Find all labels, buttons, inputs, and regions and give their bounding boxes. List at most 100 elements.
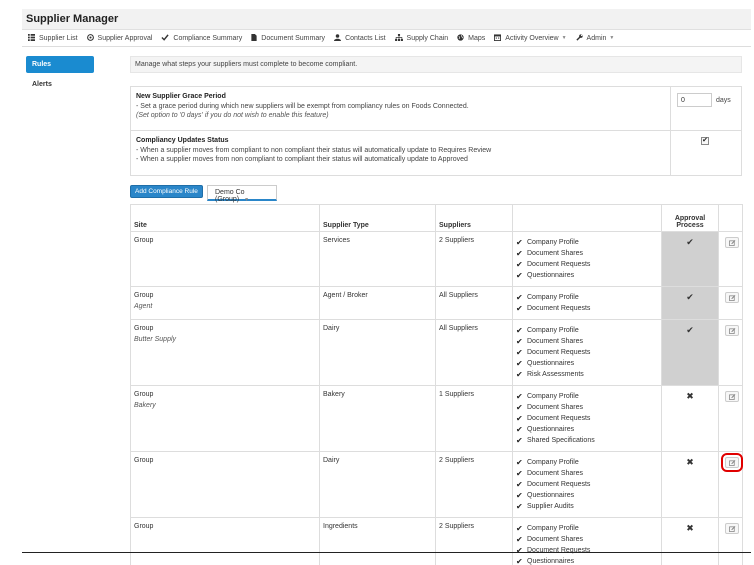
setting-note: (Set option to '0 days' if you do not wi… [136, 112, 329, 119]
grace-period-unit: days [716, 97, 731, 104]
check-icon: ✔ [516, 469, 523, 478]
nav-item-label: Supplier List [39, 34, 78, 42]
requirement-item: ✔ Document Requests [516, 347, 658, 358]
site-name: Group [134, 457, 154, 464]
site-name: Group [134, 523, 154, 530]
requirement-item: ✔ Document Shares [516, 336, 658, 347]
site-cell: Group Bakery [130, 385, 320, 452]
nav-item-maps[interactable]: Maps [457, 33, 485, 43]
sidebar-item-rules[interactable]: Rules [26, 56, 94, 73]
setting-description: - Set a grace period during which new su… [136, 103, 469, 110]
requirement-item: ✔ Questionnaires [516, 556, 658, 565]
check-icon: ✔ [516, 337, 523, 346]
nav-item-label: Activity Overview [505, 34, 559, 42]
edit-rule-button[interactable] [725, 523, 739, 534]
suppliers-cell: 2 Suppliers [435, 451, 513, 518]
requirement-label: Company Profile [527, 459, 579, 466]
requirement-item: ✔ Risk Assessments [516, 369, 658, 380]
requirement-item: ✔ Supplier Audits [516, 501, 658, 512]
requirement-label: Company Profile [527, 393, 579, 400]
nav-item-compliance-summary[interactable]: Compliance Summary [161, 33, 243, 43]
app-title: Supplier Manager [26, 13, 119, 25]
nav-item-contacts-list[interactable]: Contacts List [334, 33, 386, 43]
requirement-label: Questionnaires [527, 360, 575, 367]
requirement-item: ✔ Document Shares [516, 468, 658, 479]
supplier-type-cell: Services [319, 231, 436, 287]
table-row: Group Butter Supply Dairy All Suppliers ✔ Com… [130, 319, 743, 386]
grace-period-setting: New Supplier Grace Period - Set a grace … [131, 87, 741, 131]
setting-title: Compliancy Updates Status [136, 137, 229, 144]
suppliers-cell: 1 Suppliers [435, 385, 513, 452]
requirement-item: ✔ Questionnaires [516, 424, 658, 435]
requirement-label: Questionnaires [527, 558, 575, 565]
requirement-label: Document Requests [527, 415, 591, 422]
actions-cell [718, 517, 743, 565]
globe-icon [457, 33, 468, 43]
check-icon: ✔ [516, 326, 523, 335]
site-subgroup: Butter Supply [134, 336, 177, 343]
actions-cell [718, 451, 743, 518]
sidebar-item-alerts[interactable]: Alerts [26, 76, 94, 93]
approval-yes-icon: ✔ [661, 231, 719, 287]
nav-item-document-summary[interactable]: Document Summary [251, 33, 325, 43]
site-name: Group [134, 292, 154, 299]
check-icon: ✔ [516, 249, 523, 258]
supplier-type-cell: Ingredients [319, 517, 436, 565]
sitemap-icon [394, 33, 407, 43]
header-line: Process [676, 222, 704, 229]
table-row: Group Services 2 Suppliers ✔ Company Profile… [130, 231, 743, 287]
site-name: Group [134, 391, 154, 398]
requirement-item: ✔ Company Profile [516, 523, 658, 534]
requirement-label: Questionnaires [527, 426, 575, 433]
requirement-label: Document Shares [527, 470, 584, 477]
chevron-down-icon: ▼ [561, 35, 567, 41]
nav-item-supplier-list[interactable]: Supplier List [28, 33, 78, 43]
nav-item-label: Compliance Summary [173, 34, 243, 42]
approval-no-icon: ✖ [661, 385, 719, 452]
app-header: Supplier Manager [22, 9, 751, 30]
requirement-label: Company Profile [527, 294, 579, 301]
requirement-label: Risk Assessments [527, 371, 584, 378]
add-compliance-rule-button[interactable]: Add Compliance Rule [130, 185, 203, 198]
list-icon [28, 33, 39, 43]
nav-item-supply-chain[interactable]: Supply Chain [394, 33, 448, 43]
approval-no-icon: ✖ [661, 451, 719, 518]
edit-rule-button[interactable] [721, 453, 743, 472]
main-nav: Supplier List Supplier Approval Compliance… [22, 30, 751, 47]
site-cell: Group [130, 517, 320, 565]
edit-rule-button[interactable] [725, 325, 739, 336]
group-select[interactable]: Demo Co (Group) ▼ [207, 185, 277, 203]
requirement-label: Document Requests [527, 481, 591, 488]
suppliers-cell: All Suppliers [435, 286, 513, 320]
column-header-requirements [512, 204, 662, 232]
edit-rule-button[interactable] [725, 292, 739, 303]
nav-item-activity-overview[interactable]: Activity Overview ▼ [494, 33, 567, 43]
actions-cell [718, 319, 743, 386]
suppliers-cell: 2 Suppliers [435, 517, 513, 565]
requirement-label: Document Requests [527, 261, 591, 268]
requirements-cell: ✔ Company Profile ✔ Document Shares ✔ Documen… [512, 517, 662, 565]
requirement-item: ✔ Company Profile [516, 325, 658, 336]
document-icon [251, 33, 261, 43]
site-name: Group [134, 325, 154, 332]
requirement-item: ✔ Document Requests [516, 479, 658, 490]
approval-icon [86, 33, 98, 43]
edit-rule-button[interactable] [725, 237, 739, 248]
setting-description: - When a supplier moves from non complia… [136, 156, 468, 163]
check-icon: ✔ [516, 491, 523, 500]
requirement-label: Document Shares [527, 536, 584, 543]
check-icon: ✔ [516, 546, 523, 555]
requirement-item: ✔ Questionnaires [516, 490, 658, 501]
column-header-suppliers: Suppliers [435, 204, 513, 232]
requirement-label: Supplier Audits [527, 503, 574, 510]
table-row: Group Dairy 2 Suppliers ✔ Company Profile ✔ Do… [130, 451, 743, 518]
nav-item-supplier-approval[interactable]: Supplier Approval [86, 33, 152, 43]
compliancy-status-checkbox[interactable]: ✔ [701, 137, 709, 145]
check-icon: ✔ [516, 414, 523, 423]
requirement-item: ✔ Document Shares [516, 534, 658, 545]
column-header-actions [718, 204, 743, 232]
edit-rule-button[interactable] [725, 391, 739, 402]
grace-period-input[interactable] [677, 93, 712, 107]
nav-item-admin[interactable]: Admin ▼ [575, 33, 614, 43]
table-row: Group Agent Agent / Broker All Suppliers ✔ Co… [130, 286, 743, 320]
